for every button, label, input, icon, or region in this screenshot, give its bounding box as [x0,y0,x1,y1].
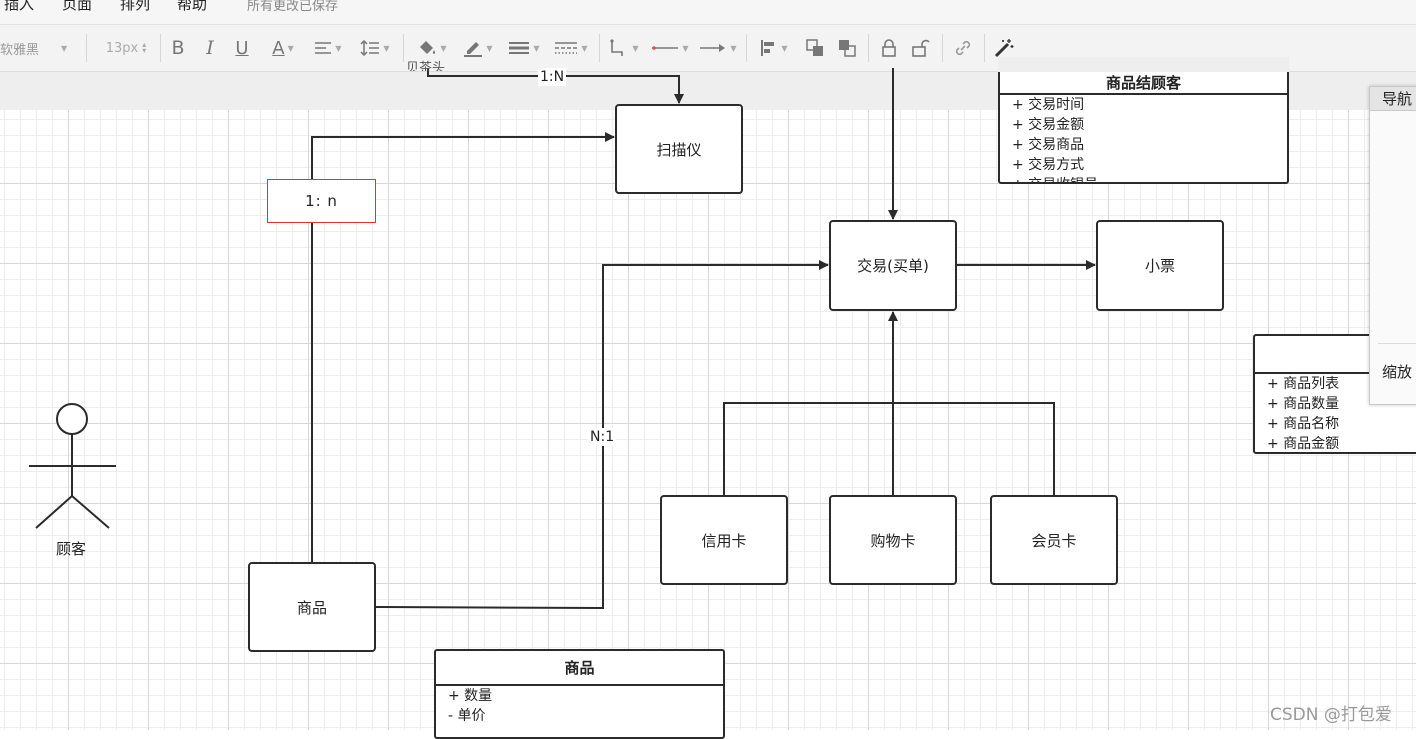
actor-label: 顾客 [56,540,87,558]
navigator-title[interactable]: 导航 [1370,87,1416,111]
member-card-box[interactable]: 会员卡 [990,495,1118,585]
class-attr: + 交易金额 [1012,117,1085,133]
scanner-label: 扫描仪 [656,140,702,159]
edge-cards-branch [723,402,1055,495]
class-title-text: 商品结顾客 [1105,73,1181,92]
edge-label-1-n-text: 1: n [305,192,338,210]
actor-figure [29,403,116,529]
edge-label-1-n-selected[interactable]: 1: n [267,179,376,223]
class-title-text: 商品 [564,659,595,677]
class-title: 商品 [436,651,723,686]
shopping-card-label: 购物卡 [870,531,916,550]
zoom-label: 缩放 [1382,363,1413,381]
edge-label-1-N[interactable]: 1:N [538,68,567,86]
edge-label-N-1[interactable]: N:1 [588,428,617,446]
product-box[interactable]: 商品 [248,562,376,652]
class-attr: + 交易收银员 [1000,175,1287,182]
member-card-label: 会员卡 [1031,531,1077,550]
class-box-product[interactable]: 商品 + 数量 - 单价 [434,649,725,739]
receipt-label: 小票 [1144,257,1175,275]
canvas-top-strip-overlay [998,57,1289,72]
class-attr: + 交易商品 [1012,137,1085,153]
class-attr: + 商品名称 [1267,416,1340,432]
receipt-box[interactable]: 小票 [1096,220,1224,311]
shopping-card-box[interactable]: 购物卡 [829,495,957,585]
watermark: CSDN @打包爱 [1270,705,1392,725]
class-box-transaction-info[interactable]: 商品结顾客 + 交易时间 + 交易金额 + 交易商品 + 交易方式 + 交易收银… [998,57,1289,184]
credit-card-label: 信用卡 [701,531,747,550]
transaction-label: 交易(买单) [857,257,929,275]
scanner-box[interactable]: 扫描仪 [615,104,743,194]
class-attr: + 数量 [448,688,493,704]
class-attr: - 单价 [448,708,486,724]
product-label: 商品 [296,598,327,617]
navigator-panel[interactable]: 导航 缩放 [1369,86,1416,405]
navigator-divider [1378,343,1416,344]
class-attr: + 交易方式 [1012,157,1085,173]
credit-card-box[interactable]: 信用卡 [660,495,788,585]
class-attr: + 商品金额 [1267,436,1340,452]
transaction-box[interactable]: 交易(买单) [829,220,957,311]
class-attr: + 交易时间 [1012,97,1085,113]
